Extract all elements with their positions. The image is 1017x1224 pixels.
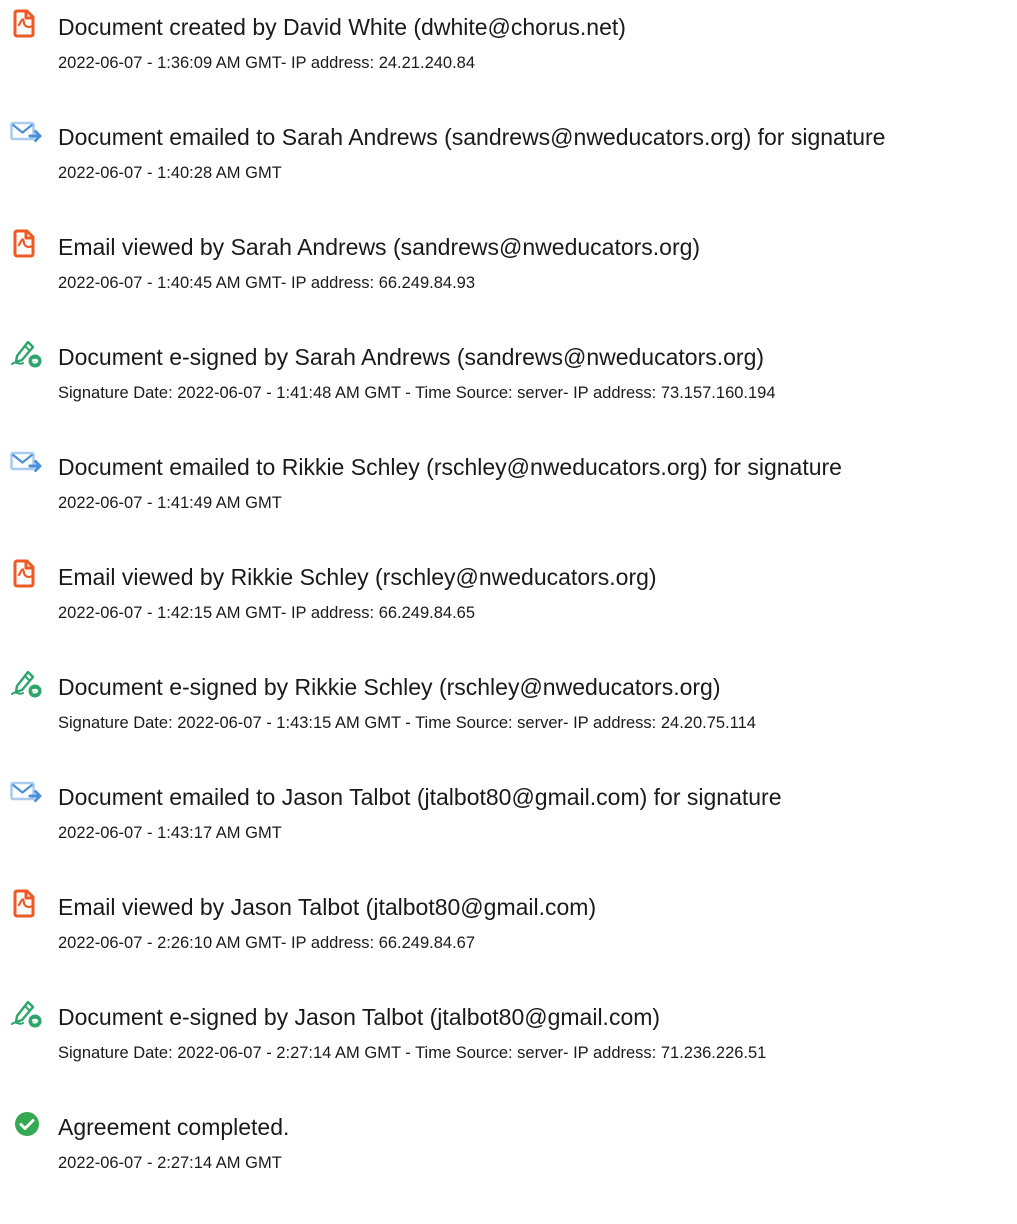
e-sign-pen-icon	[10, 999, 44, 1029]
event-title: Document e-signed by Jason Talbot (jtalb…	[58, 1004, 661, 1030]
event-title: Email viewed by Rikkie Schley (rschley@n…	[58, 564, 657, 590]
audit-event: Document emailed to Jason Talbot (jtalbo…	[0, 770, 1017, 850]
pdf-document-icon	[10, 228, 44, 258]
event-title: Document emailed to Jason Talbot (jtalbo…	[58, 784, 782, 810]
event-detail: 2022-06-07 - 1:40:45 AM GMT- IP address:…	[58, 274, 476, 292]
event-detail: 2022-06-07 - 1:42:15 AM GMT- IP address:…	[58, 604, 476, 622]
audit-event: Email viewed by Sarah Andrews (sandrews@…	[0, 220, 1017, 300]
event-detail: 2022-06-07 - 1:40:28 AM GMT	[58, 164, 282, 182]
audit-event: Email viewed by Jason Talbot (jtalbot80@…	[0, 880, 1017, 960]
event-detail: Signature Date: 2022-06-07 - 2:27:14 AM …	[58, 1044, 767, 1062]
email-sent-icon	[10, 118, 44, 148]
event-detail: 2022-06-07 - 1:43:17 AM GMT	[58, 824, 282, 842]
check-circle-icon	[10, 1109, 44, 1139]
audit-event: Document e-signed by Sarah Andrews (sand…	[0, 330, 1017, 410]
event-title: Agreement completed.	[58, 1114, 290, 1140]
event-title: Document e-signed by Rikkie Schley (rsch…	[58, 674, 721, 700]
pdf-document-icon	[10, 558, 44, 588]
event-detail: 2022-06-07 - 2:27:14 AM GMT	[58, 1154, 282, 1172]
event-title: Email viewed by Jason Talbot (jtalbot80@…	[58, 894, 597, 920]
event-title: Document emailed to Sarah Andrews (sandr…	[58, 124, 886, 150]
event-detail: 2022-06-07 - 1:41:49 AM GMT	[58, 494, 282, 512]
audit-event: Document created by David White (dwhite@…	[0, 0, 1017, 80]
pdf-document-icon	[10, 8, 44, 38]
audit-event: Document emailed to Sarah Andrews (sandr…	[0, 110, 1017, 190]
event-title: Email viewed by Sarah Andrews (sandrews@…	[58, 234, 701, 260]
event-title: Document emailed to Rikkie Schley (rschl…	[58, 454, 842, 480]
event-detail: 2022-06-07 - 1:36:09 AM GMT- IP address:…	[58, 54, 476, 72]
audit-event: Email viewed by Rikkie Schley (rschley@n…	[0, 550, 1017, 630]
event-detail: 2022-06-07 - 2:26:10 AM GMT- IP address:…	[58, 934, 476, 952]
event-detail: Signature Date: 2022-06-07 - 1:41:48 AM …	[58, 384, 776, 402]
event-detail: Signature Date: 2022-06-07 - 1:43:15 AM …	[58, 714, 756, 732]
audit-event: Agreement completed. 2022-06-07 - 2:27:1…	[0, 1100, 1017, 1180]
audit-event: Document e-signed by Rikkie Schley (rsch…	[0, 660, 1017, 740]
event-title: Document e-signed by Sarah Andrews (sand…	[58, 344, 765, 370]
e-sign-pen-icon	[10, 669, 44, 699]
e-sign-pen-icon	[10, 339, 44, 369]
event-title: Document created by David White (dwhite@…	[58, 14, 626, 40]
audit-event: Document emailed to Rikkie Schley (rschl…	[0, 440, 1017, 520]
audit-event: Document e-signed by Jason Talbot (jtalb…	[0, 990, 1017, 1070]
pdf-document-icon	[10, 888, 44, 918]
email-sent-icon	[10, 448, 44, 478]
email-sent-icon	[10, 778, 44, 808]
